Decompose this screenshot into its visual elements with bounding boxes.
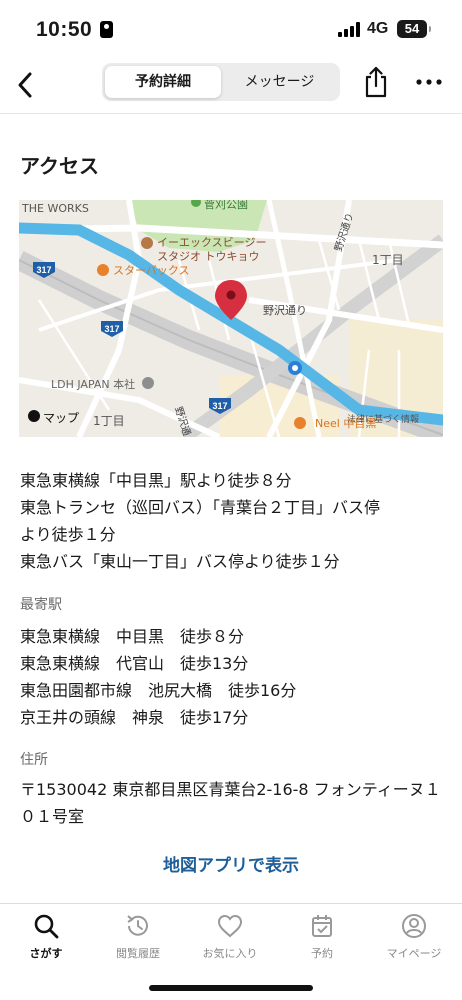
map-label-nozawa-road: 野沢通り (263, 303, 307, 317)
tab-label: 閲覧履歴 (116, 947, 160, 960)
status-time: 10:50 (36, 18, 93, 41)
access-route-1: 東急東横線「中目黒」駅より徒歩８分 (20, 471, 292, 490)
battery-icon: 54 (397, 20, 431, 38)
tab-mypage[interactable]: マイページ (368, 904, 460, 974)
station-item-2: 東急東横線 代官山 徒歩13分 (20, 654, 249, 673)
tab-search[interactable]: さがす (0, 904, 92, 974)
signal-icon (338, 22, 360, 37)
map-label-chome-right: 1丁目 (372, 253, 404, 267)
route-shield-317b: 317 (104, 324, 119, 334)
route-shield-317a: 317 (36, 265, 51, 275)
tab-favorites[interactable]: お気に入り (184, 904, 276, 974)
tab-history[interactable]: 閲覧履歴 (92, 904, 184, 974)
share-icon[interactable] (360, 65, 392, 99)
history-icon (124, 912, 152, 940)
station-item-3: 東急田園都市線 池尻大橋 徒歩16分 (20, 681, 297, 700)
tab-messages[interactable]: メッセージ (222, 66, 337, 98)
access-route-2-cont: より徒歩１分 (20, 525, 116, 544)
status-bar: 10:50 4G 54 (0, 0, 462, 62)
tab-label: さがす (29, 947, 63, 960)
search-icon (32, 912, 60, 940)
map-label-ldh: LDH JAPAN 本社 (51, 377, 135, 391)
address-value: 〒1530042 東京都目黒区青葉台2-16-8 フォンティーヌ１０１号室 (20, 780, 441, 826)
station-item-1: 東急東横線 中目黒 徒歩８分 (20, 627, 245, 646)
id-badge-icon (100, 21, 113, 38)
tab-label: お気に入り (202, 947, 258, 960)
segmented-control: 予約詳細 メッセージ (102, 63, 340, 101)
map-legal-link[interactable]: 法律に基づく情報 (347, 413, 419, 425)
more-horizontal-icon[interactable] (414, 67, 444, 97)
nearest-station-label: 最寄駅 (20, 597, 62, 613)
apple-logo-icon (28, 410, 40, 422)
address-label: 住所 (20, 752, 48, 768)
route-shield-317c: 317 (212, 401, 227, 411)
tab-reservations[interactable]: 予約 (276, 904, 368, 974)
map-label-studio-2: スタジオ トウキョウ (157, 250, 260, 263)
access-route-3: 東急バス「東山一丁目」バス停より徒歩１分 (20, 552, 340, 571)
heart-icon (216, 912, 244, 940)
user-icon (400, 912, 428, 940)
access-route-2: 東急トランセ（巡回バス）「青葉台２丁目」バス停 (20, 498, 381, 517)
tab-label: マイページ (386, 947, 442, 960)
open-map-app-link[interactable]: 地図アプリで表示 (0, 851, 462, 876)
chevron-left-icon[interactable] (10, 67, 46, 103)
tab-label: 予約 (311, 947, 333, 960)
map-label-chome-bottom: 1丁目 (93, 414, 125, 428)
network-type: 4G (367, 20, 389, 37)
map-brand: マップ (43, 411, 79, 425)
map-label-park: 菅刈公園 (204, 200, 248, 211)
map-label-the-works: THE WORKS (21, 202, 89, 215)
calendar-icon (308, 912, 336, 940)
header: 予約詳細 メッセージ (0, 62, 462, 114)
station-item-4: 京王井の頭線 神泉 徒歩17分 (20, 708, 249, 727)
access-map[interactable]: 317 317 317 THE WORKS 菅刈公園 イーエックスビージー スタ… (19, 200, 443, 437)
section-title-access: アクセス (20, 154, 99, 178)
map-label-starbucks: スターバックス (113, 264, 190, 277)
home-indicator (149, 985, 313, 991)
map-label-studio-1: イーエックスビージー (157, 236, 266, 249)
tab-reservation-details[interactable]: 予約詳細 (105, 66, 221, 98)
